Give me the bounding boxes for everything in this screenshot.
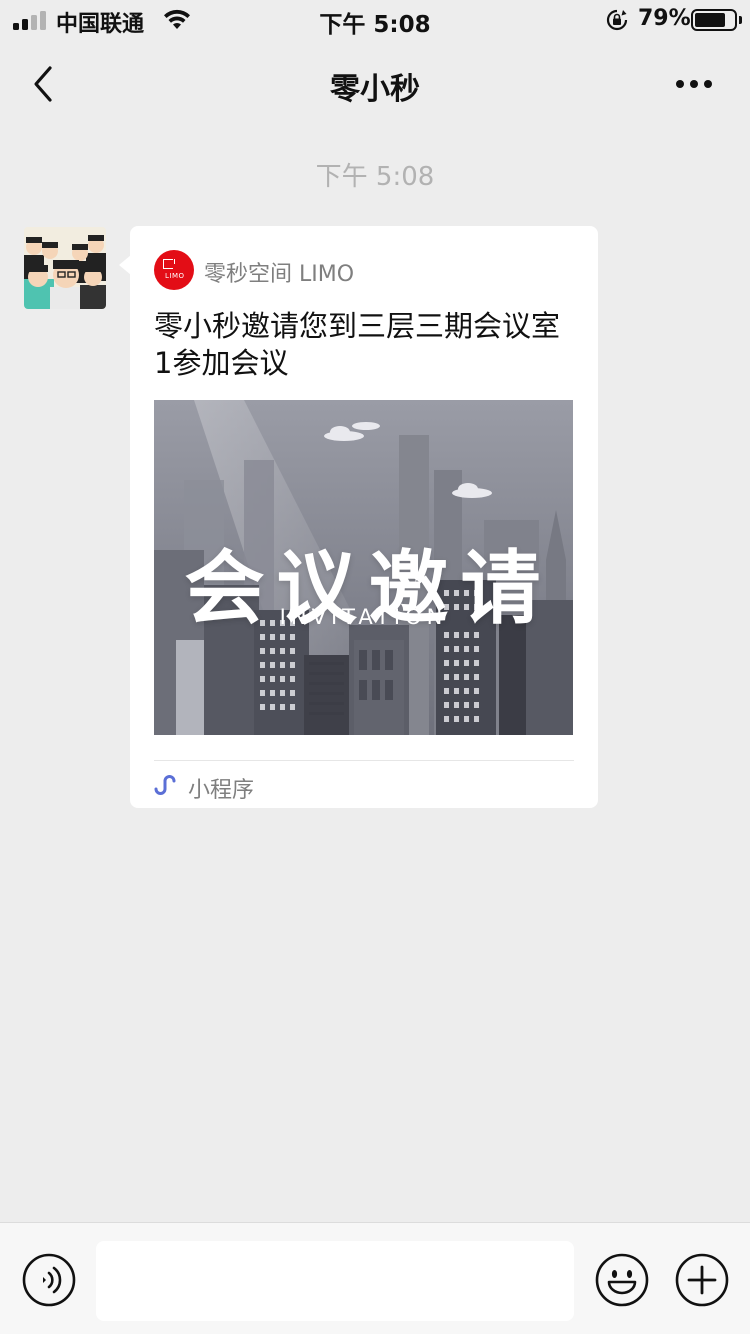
- status-bar: 中国联通 下午 5:08 79%: [0, 0, 750, 40]
- emoji-icon[interactable]: [595, 1253, 649, 1307]
- nav-bar: 零小秒: [0, 40, 750, 128]
- battery-tip: [739, 16, 742, 24]
- mini-program-source: 零秒空间 LIMO: [204, 262, 355, 287]
- cover-subtitle: INVITATION: [279, 605, 448, 629]
- mini-program-card[interactable]: LIMO 零秒空间 LIMO 零小秒邀请您到三层三期会议室1参加会议 会议邀请 …: [130, 226, 598, 808]
- chat-title: 零小秒: [330, 72, 420, 107]
- battery-icon: [691, 9, 737, 31]
- message-input[interactable]: [96, 1241, 574, 1321]
- chat-screen: 中国联通 下午 5:08 79% 零小秒 下午 5:08 LIMO 零秒空间 L…: [0, 0, 750, 1334]
- card-divider: [154, 760, 574, 761]
- more-icon[interactable]: [668, 66, 720, 102]
- message-timestamp: 下午 5:08: [315, 162, 435, 192]
- logo-text: LIMO: [165, 272, 185, 280]
- mini-program-label: 小程序: [188, 778, 255, 803]
- limo-logo: LIMO: [154, 250, 194, 290]
- input-bar: [0, 1222, 750, 1334]
- battery-percentage: 79%: [638, 6, 691, 31]
- orientation-lock-icon: [606, 9, 628, 31]
- invitation-cover-image: 会议邀请 INVITATION: [154, 400, 573, 735]
- card-title: 零小秒邀请您到三层三期会议室1参加会议: [154, 309, 561, 380]
- sender-avatar[interactable]: [24, 227, 106, 309]
- voice-icon[interactable]: [22, 1253, 76, 1307]
- plus-icon[interactable]: [675, 1253, 729, 1307]
- mini-program-icon: [154, 775, 176, 795]
